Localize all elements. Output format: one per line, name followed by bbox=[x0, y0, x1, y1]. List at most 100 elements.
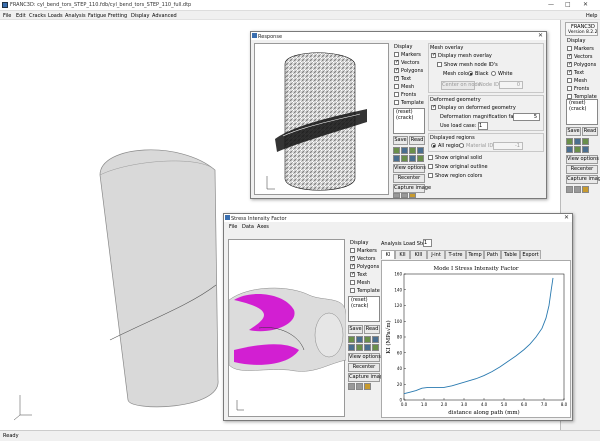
menu-fretting[interactable]: Fretting bbox=[108, 13, 127, 19]
text-checkbox[interactable] bbox=[350, 271, 355, 277]
select-icon[interactable] bbox=[393, 193, 400, 198]
select-icon[interactable] bbox=[566, 186, 573, 193]
view-bottom-icon[interactable] bbox=[356, 344, 363, 351]
display-mesh-overlay-checkbox[interactable] bbox=[431, 52, 436, 58]
folder-icon[interactable] bbox=[582, 186, 589, 193]
view-side-icon[interactable] bbox=[356, 336, 363, 343]
menu-analysis[interactable]: Analysis bbox=[65, 13, 86, 19]
sif-menu-file[interactable]: File bbox=[229, 224, 237, 230]
tab-kii[interactable]: KII bbox=[395, 250, 410, 259]
tab-table[interactable]: Table bbox=[501, 250, 520, 259]
recenter-button[interactable]: Recenter bbox=[348, 363, 380, 372]
measure-icon[interactable] bbox=[356, 383, 363, 390]
menu-loads[interactable]: Loads bbox=[48, 13, 63, 19]
show-original-solid-checkbox[interactable] bbox=[428, 155, 433, 160]
tab-j-int[interactable]: J-int bbox=[427, 250, 445, 259]
text-checkbox[interactable] bbox=[567, 69, 572, 75]
mesh-color-white-radio[interactable] bbox=[491, 71, 496, 76]
sif-model-list[interactable]: (reset) (crack) bbox=[348, 296, 380, 322]
view-top-icon[interactable] bbox=[582, 138, 589, 145]
view-right-icon[interactable] bbox=[417, 155, 424, 162]
folder-icon[interactable] bbox=[409, 193, 416, 198]
material-id-radio[interactable] bbox=[459, 143, 464, 148]
read-button[interactable]: Read bbox=[582, 127, 598, 136]
select-icon[interactable] bbox=[348, 383, 355, 390]
display-deformed-checkbox[interactable] bbox=[431, 104, 436, 110]
markers-checkbox[interactable] bbox=[350, 248, 355, 253]
menu-file[interactable]: File bbox=[3, 13, 11, 19]
view-left-icon[interactable] bbox=[364, 344, 371, 351]
polygons-checkbox[interactable] bbox=[350, 263, 355, 269]
tab-t-stress[interactable]: T-stre bbox=[445, 250, 466, 259]
recenter-button[interactable]: Recenter bbox=[566, 165, 598, 174]
mesh-checkbox[interactable] bbox=[350, 280, 355, 285]
response-model-list[interactable]: (reset) (crack) bbox=[393, 108, 425, 134]
view-iso-icon[interactable] bbox=[582, 146, 589, 153]
list-item[interactable]: (crack) bbox=[394, 115, 424, 121]
view-top-icon[interactable] bbox=[409, 147, 416, 154]
read-button[interactable]: Read bbox=[364, 325, 380, 334]
mesh-checkbox[interactable] bbox=[567, 78, 572, 83]
capture-image-button[interactable]: Capture image bbox=[348, 373, 386, 382]
close-icon[interactable]: ✕ bbox=[583, 1, 588, 8]
folder-icon[interactable] bbox=[364, 383, 371, 390]
view-options-button[interactable]: View options bbox=[566, 155, 599, 164]
save-button[interactable]: Save bbox=[393, 136, 408, 145]
view-bottom-icon[interactable] bbox=[401, 155, 408, 162]
mesh-color-black-radio[interactable] bbox=[468, 71, 473, 76]
view-front-icon[interactable] bbox=[393, 147, 400, 154]
load-step-select[interactable]: 1 bbox=[423, 239, 432, 247]
sif-menu-axes[interactable]: Axes bbox=[257, 224, 269, 230]
list-item[interactable]: (crack) bbox=[349, 303, 379, 309]
capture-image-button[interactable]: Capture image bbox=[393, 184, 431, 193]
menu-display[interactable]: Display bbox=[131, 13, 149, 19]
magnification-input[interactable]: 5 bbox=[513, 113, 540, 121]
node-id-input[interactable]: 0 bbox=[499, 81, 523, 89]
show-region-colors-checkbox[interactable] bbox=[428, 173, 433, 178]
view-right-icon[interactable] bbox=[372, 344, 379, 351]
save-button[interactable]: Save bbox=[566, 127, 581, 136]
view-back-icon[interactable] bbox=[393, 155, 400, 162]
maximize-icon[interactable]: □ bbox=[565, 1, 571, 8]
show-original-outline-checkbox[interactable] bbox=[428, 164, 433, 169]
show-node-ids-checkbox[interactable] bbox=[437, 62, 442, 67]
capture-image-button[interactable]: Capture image bbox=[566, 175, 600, 184]
tab-path[interactable]: Path bbox=[484, 250, 501, 259]
view-back-icon[interactable] bbox=[566, 146, 573, 153]
menu-edit[interactable]: Edit bbox=[16, 13, 26, 19]
text-checkbox[interactable] bbox=[394, 75, 399, 81]
material-id-input[interactable]: -1 bbox=[493, 142, 523, 150]
measure-icon[interactable] bbox=[401, 193, 408, 198]
center-on-node-button[interactable]: Center on node bbox=[441, 81, 481, 90]
view-options-button[interactable]: View options bbox=[348, 353, 381, 362]
template-checkbox[interactable] bbox=[394, 100, 399, 105]
view-side-icon[interactable] bbox=[574, 138, 581, 145]
template-checkbox[interactable] bbox=[350, 288, 355, 293]
sif-menu-data[interactable]: Data bbox=[242, 224, 254, 230]
tab-kiii[interactable]: KIII bbox=[410, 250, 427, 259]
minimize-icon[interactable]: — bbox=[548, 1, 554, 8]
close-icon[interactable]: ✕ bbox=[564, 214, 569, 221]
save-button[interactable]: Save bbox=[348, 325, 363, 334]
fronts-checkbox[interactable] bbox=[394, 92, 399, 97]
all-regions-radio[interactable] bbox=[431, 143, 436, 148]
vectors-checkbox[interactable] bbox=[567, 53, 572, 59]
tab-temp[interactable]: Temp bbox=[466, 250, 484, 259]
fronts-checkbox[interactable] bbox=[567, 86, 572, 91]
sif-chart[interactable]: Mode I Stress Intensity Factor KI (MPa√m… bbox=[382, 261, 570, 417]
view-side-icon[interactable] bbox=[401, 147, 408, 154]
tab-ki[interactable]: KI bbox=[381, 250, 395, 259]
vectors-checkbox[interactable] bbox=[394, 59, 399, 65]
view-front-icon[interactable] bbox=[566, 138, 573, 145]
mesh-checkbox[interactable] bbox=[394, 84, 399, 89]
view-front-icon[interactable] bbox=[348, 336, 355, 343]
view-iso-icon[interactable] bbox=[372, 336, 379, 343]
view-bottom-icon[interactable] bbox=[574, 146, 581, 153]
tab-export[interactable]: Export bbox=[520, 250, 541, 259]
load-case-select[interactable]: 1 bbox=[478, 122, 488, 130]
measure-icon[interactable] bbox=[574, 186, 581, 193]
list-item[interactable]: (crack) bbox=[567, 106, 597, 112]
model-list[interactable]: (reset) (crack) bbox=[566, 99, 598, 125]
sif-viewport[interactable] bbox=[228, 239, 347, 417]
menu-help[interactable]: Help bbox=[586, 13, 597, 19]
